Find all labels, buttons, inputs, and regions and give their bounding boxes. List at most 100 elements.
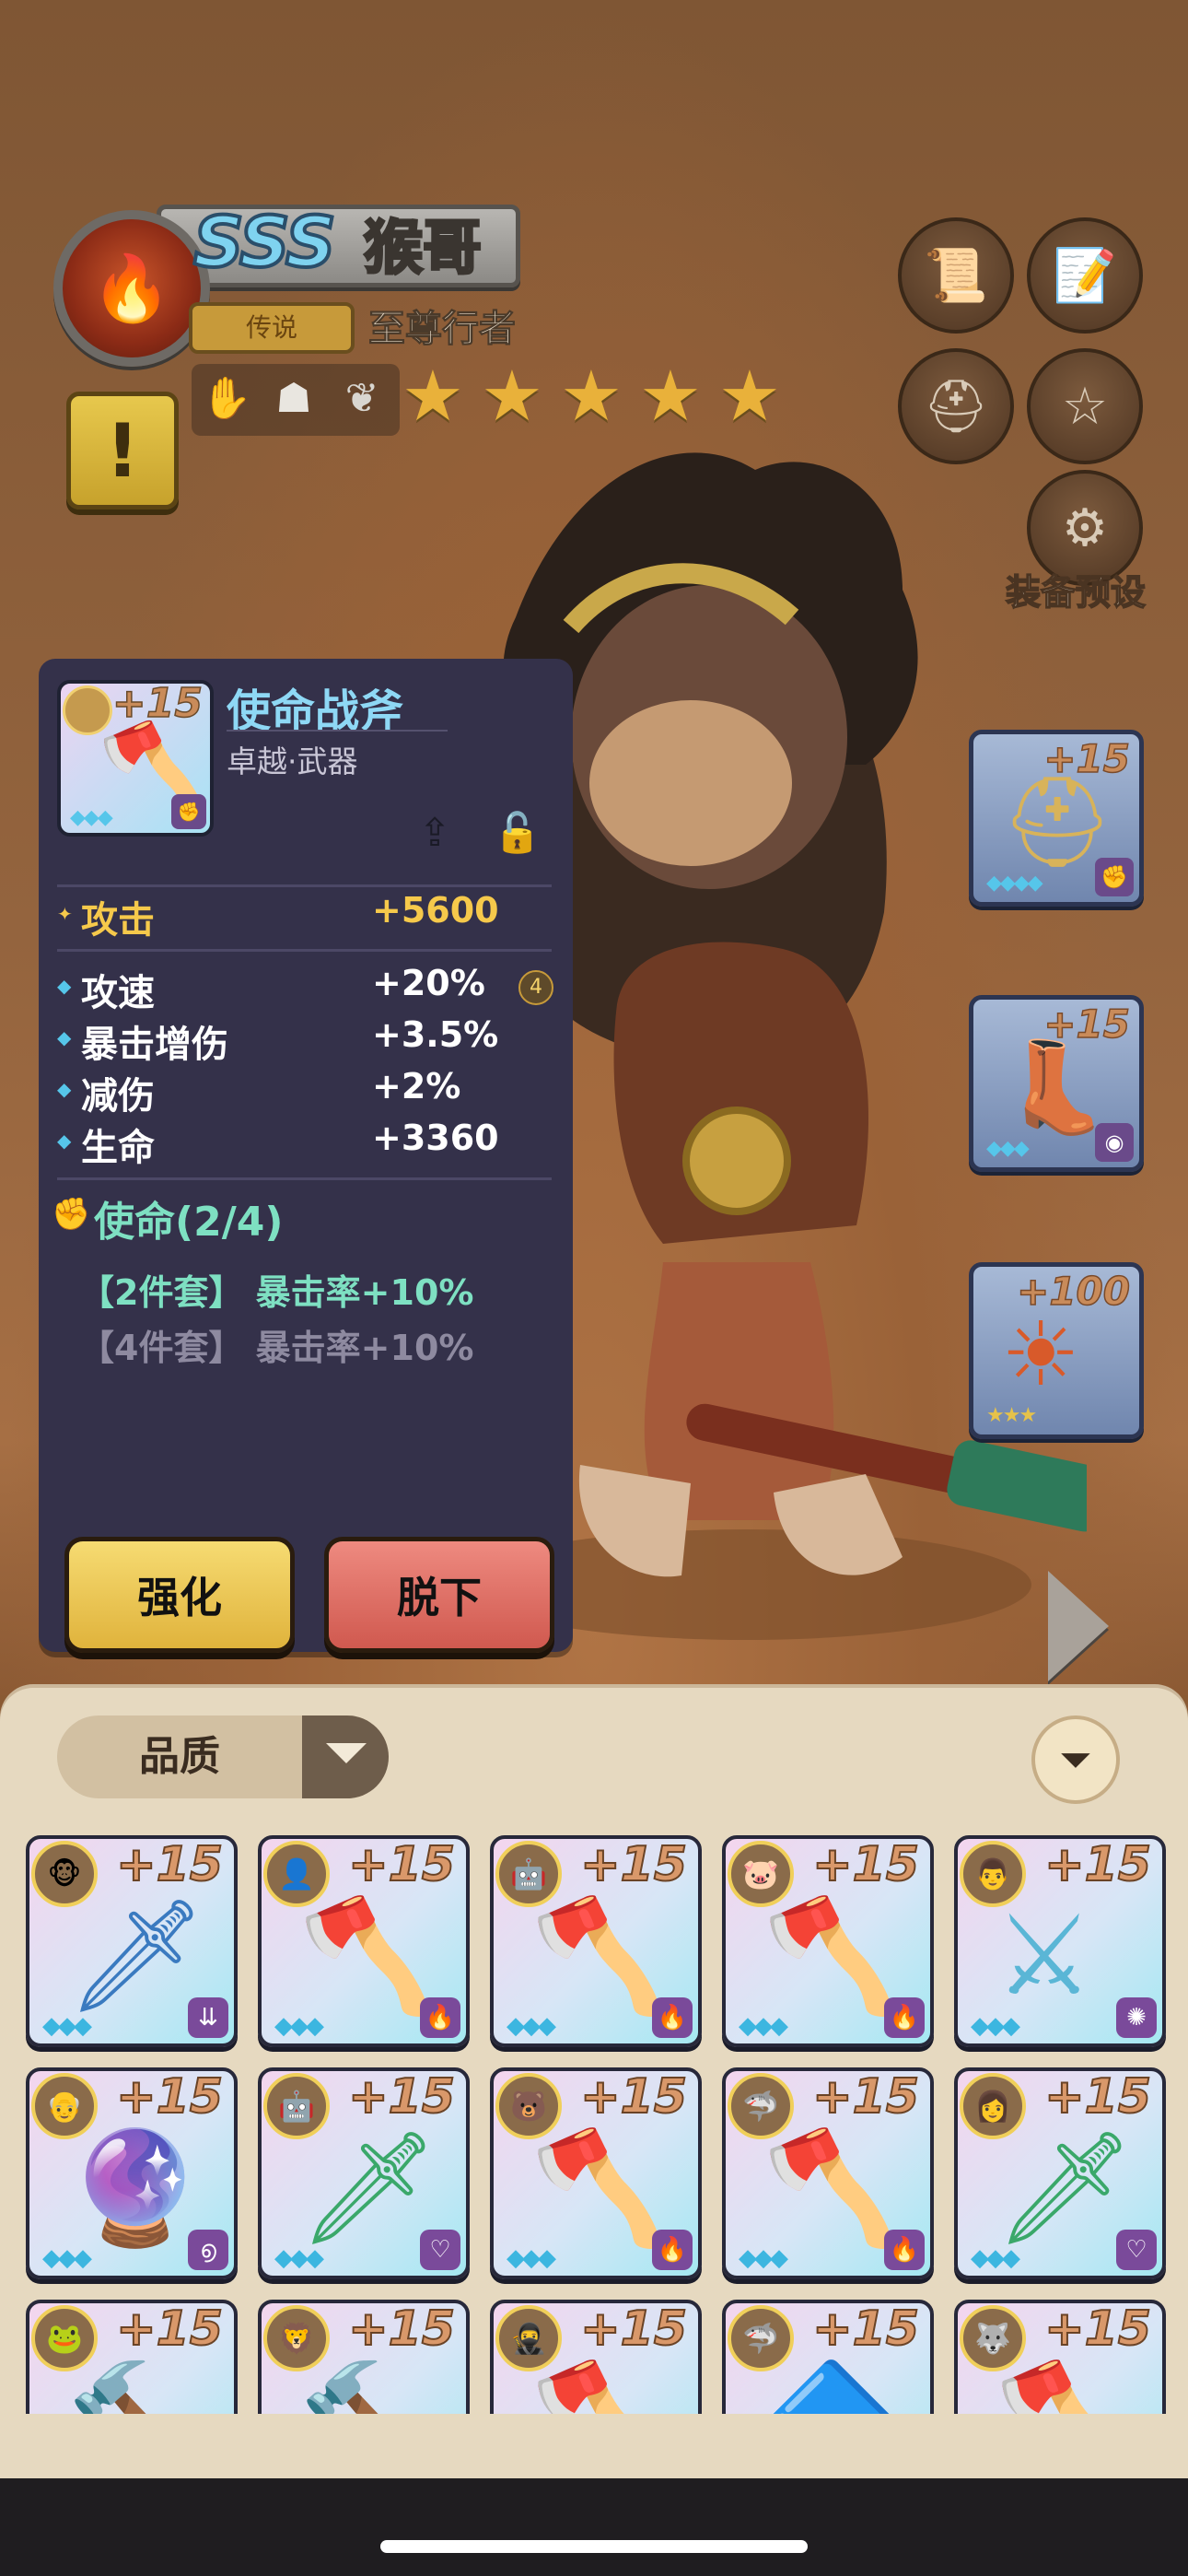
mask-icon[interactable]: ☗ xyxy=(265,370,322,427)
swirl-icon: ✺ xyxy=(1116,1997,1157,2038)
funnel-icon: ⏷ xyxy=(1059,1736,1092,1784)
flame-icon: 🔥 xyxy=(652,1997,693,2038)
fist-icon: ✊ xyxy=(171,794,206,829)
element-badge[interactable]: 🔥 xyxy=(53,210,210,367)
inventory-grid: 🗡 🐵 +15 ◆◆◆ ⇊ 🪓 👤 +15 ◆◆◆ 🔥 🪓 🤖 +15 ◆◆◆ 🔥 🪓 🐷 +15 ◆◆◆ 🔥 ⚔ 👨 +1… xyxy=(0,1824,1188,2414)
camera-icon: ◉ xyxy=(1095,1123,1134,1162)
equip-slot-boots[interactable]: 👢 +15 ◆◆◆ ◉ xyxy=(969,995,1144,1172)
set-bonus-active: 【2件套】 暴击率+10% xyxy=(79,1272,474,1313)
inventory-item[interactable]: ⚔ 👨 +15 ◆◆◆ ✺ xyxy=(954,1835,1166,2047)
stat-name: 减伤 xyxy=(81,1075,155,1118)
weapon-art: 🪓 xyxy=(298,1892,437,2020)
stat-value: +3360 xyxy=(372,1118,499,1158)
item-gems: ◆◆◆ xyxy=(42,2244,92,2272)
star-icon: ★ xyxy=(559,355,623,437)
inventory-item[interactable]: 🪓🐺+15◆◆◆ xyxy=(954,2300,1166,2414)
next-arrow-icon[interactable] xyxy=(1048,1571,1109,1681)
weapon-art: 🔷 xyxy=(763,2357,900,2414)
detail-level: +15 xyxy=(111,680,204,728)
info-button[interactable]: ! xyxy=(66,392,179,509)
item-level: +15 xyxy=(115,2301,224,2358)
scroll-button[interactable]: 📜 xyxy=(898,217,1014,334)
weapon-art: ⚔ xyxy=(995,1892,1094,2020)
heart-icon: ♡ xyxy=(1116,2230,1157,2270)
flame-icon: 🔥 xyxy=(652,2230,693,2270)
weapon-art: 🪓 xyxy=(995,2357,1132,2414)
weapon-art: 🔨 xyxy=(298,2357,436,2414)
inventory-item[interactable]: 🗡 👩 +15 ◆◆◆ ♡ xyxy=(954,2067,1166,2279)
notes-button[interactable]: 📝 xyxy=(1027,217,1143,334)
inventory-item[interactable]: 🔨🦁+15◆◆◆ xyxy=(258,2300,470,2414)
inventory-item[interactable]: 🪓 👤 +15 ◆◆◆ 🔥 xyxy=(258,1835,470,2047)
owner-avatar: 🐺 xyxy=(960,2305,1026,2371)
level-badge: 4 xyxy=(518,970,553,1005)
item-level: +15 xyxy=(811,2069,920,2125)
stat-value: +2% xyxy=(372,1066,461,1107)
scroll-icon: 📜 xyxy=(924,246,988,306)
lock-button[interactable]: 🔓 xyxy=(484,800,551,866)
share-button[interactable]: ⇪ xyxy=(402,800,468,866)
inventory-item[interactable]: 🪓 🐻 +15 ◆◆◆ 🔥 xyxy=(490,2067,702,2279)
exclamation-icon: ! xyxy=(105,407,140,494)
gem-dot-icon: ◆ xyxy=(57,1130,72,1152)
equip-slot-relic[interactable]: ☀ +100 ★★★ xyxy=(969,1262,1144,1439)
item-gems: ◆◆◆ xyxy=(507,2012,556,2040)
inventory-item[interactable]: 🔨🐸+15◆◆◆ xyxy=(26,2300,238,2414)
helmet-swap-button[interactable]: ⛑ xyxy=(898,348,1014,464)
filter-button[interactable]: ⏷ xyxy=(1031,1715,1120,1804)
item-gems: ◆◆◆ xyxy=(274,2012,324,2040)
owner-avatar: 🦈 xyxy=(728,2073,794,2139)
preset-label: 装备预设 xyxy=(1005,571,1147,614)
stat-value: +20% xyxy=(372,963,485,1003)
gem-dot-icon: ◆ xyxy=(57,1026,72,1048)
inventory-item[interactable]: 🪓🥷+15◆◆◆ xyxy=(490,2300,702,2414)
helmet-art: ⛑ xyxy=(1001,770,1113,873)
name-divider xyxy=(227,730,448,732)
inventory-item[interactable]: 🪓 🤖 +15 ◆◆◆ 🔥 xyxy=(490,1835,702,2047)
item-level: +15 xyxy=(1043,1837,1152,1893)
set-bonus-inactive: 【4件套】 暴击率+10% xyxy=(79,1328,474,1368)
flame-icon: 🔥 xyxy=(91,250,172,326)
inventory-item[interactable]: 🪓 🦈 +15 ◆◆◆ 🔥 xyxy=(722,2067,934,2279)
owner-avatar: 🐻 xyxy=(495,2073,562,2139)
item-gems: ◆◆◆ xyxy=(971,2012,1020,2040)
sparkle-icon: ✦ xyxy=(57,903,73,925)
item-level: +15 xyxy=(579,2069,688,2125)
item-gems: ◆◆◆ xyxy=(42,2012,92,2040)
chevron-down-icon[interactable] xyxy=(302,1715,389,1798)
owner-avatar: 👤 xyxy=(263,1841,330,1907)
notes-icon: 📝 xyxy=(1053,246,1117,306)
slot-level: +15 xyxy=(1043,1001,1131,1048)
owner-avatar: 👨 xyxy=(960,1841,1026,1907)
arrows-icon: ⇊ xyxy=(188,1997,228,2038)
sort-label[interactable]: 品质 xyxy=(57,1715,302,1798)
stat-value: +3.5% xyxy=(372,1014,499,1055)
upgrade-button[interactable]: 强化 xyxy=(64,1537,295,1653)
weapon-art: 🔨 xyxy=(66,2357,204,2414)
weapon-art: 🗡 xyxy=(995,2125,1136,2253)
helmet-icon: ⛑ xyxy=(923,377,989,437)
inventory-item[interactable]: 🔷🦈+15◆◆◆ xyxy=(722,2300,934,2414)
inventory-item[interactable]: 🔮 👴 +15 ◆◆◆ ൭ xyxy=(26,2067,238,2279)
leaf-icon[interactable]: ❦ xyxy=(333,370,390,427)
inventory-item[interactable]: 🗡 🐵 +15 ◆◆◆ ⇊ xyxy=(26,1835,238,2047)
owner-avatar: 🐸 xyxy=(31,2305,98,2371)
home-indicator[interactable] xyxy=(380,2540,808,2553)
set-title: 使命(2/4) xyxy=(94,1199,284,1246)
stat-name: 生命 xyxy=(81,1127,155,1169)
star-upgrade-button[interactable]: ☆ xyxy=(1027,348,1143,464)
item-gems: ◆◆◆ xyxy=(971,2244,1020,2272)
unequip-button[interactable]: 脱下 xyxy=(324,1537,554,1653)
hero-grade: SSS xyxy=(192,199,338,285)
hero-title: 至尊行者 xyxy=(368,308,517,351)
item-level: +15 xyxy=(579,2301,688,2358)
owner-avatar xyxy=(63,685,112,735)
item-level: +15 xyxy=(1043,2069,1152,2125)
inventory-item[interactable]: 🗡 🤖 +15 ◆◆◆ ♡ xyxy=(258,2067,470,2279)
inventory-item[interactable]: 🪓 🐷 +15 ◆◆◆ 🔥 xyxy=(722,1835,934,2047)
shirt-gear-icon: ⚙ xyxy=(1061,498,1109,558)
equip-slot-helmet[interactable]: ⛑ +15 ◆◆◆◆ ✊ xyxy=(969,730,1144,907)
heart-icon: ♡ xyxy=(420,2230,460,2270)
claw-icon[interactable]: ✋ xyxy=(198,370,255,427)
hero-name: 猴哥 xyxy=(363,214,483,285)
